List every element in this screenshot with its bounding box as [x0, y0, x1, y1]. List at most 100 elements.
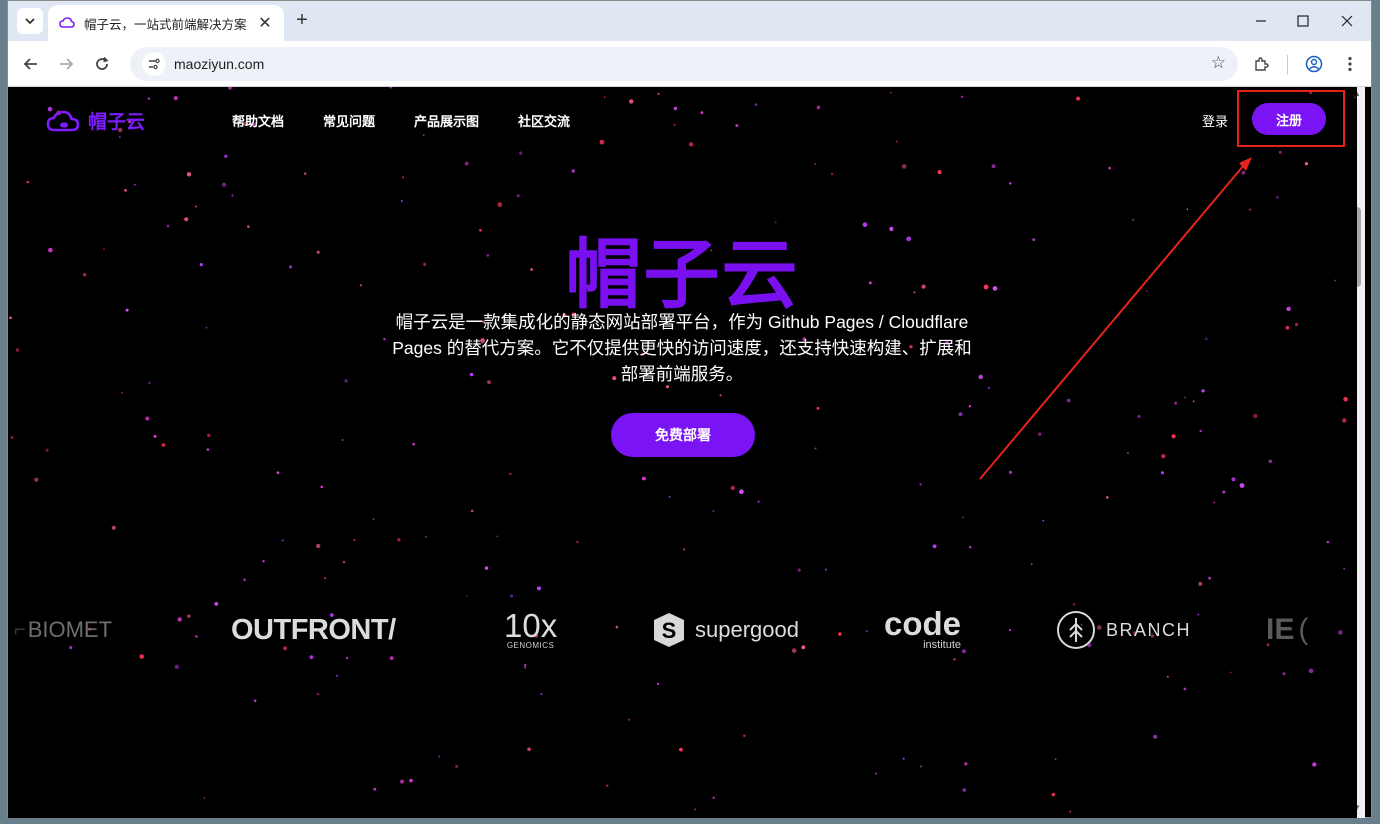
star-dot: [962, 788, 967, 792]
menu-kebab-icon[interactable]: [1337, 51, 1363, 77]
tab-strip: 帽子云，一站式前端解决方案 ✕ +: [8, 1, 1371, 41]
forward-icon[interactable]: [53, 51, 79, 77]
brand-logos-row: ⌐ BIOMET OUTFRONT/ 10x GENOMICS S superg…: [8, 605, 1357, 655]
star-dot: [422, 134, 425, 137]
star-dot: [919, 483, 922, 486]
star-dot: [304, 172, 307, 175]
star-dot: [1253, 413, 1258, 419]
star-dot: [253, 699, 257, 703]
star-dot: [960, 95, 964, 98]
close-window-icon[interactable]: [1326, 7, 1368, 35]
star-dot: [336, 674, 338, 677]
star-dot: [1038, 432, 1042, 436]
star-dot: [536, 586, 541, 591]
tab-search-button[interactable]: [17, 8, 43, 34]
star-dot: [1030, 563, 1033, 566]
star-dot: [962, 516, 964, 519]
address-bar[interactable]: maoziyun.com ☆: [130, 47, 1238, 81]
star-dot: [173, 96, 178, 101]
star-dot: [1198, 581, 1203, 586]
star-dot: [1008, 470, 1013, 474]
star-dot: [991, 164, 996, 169]
star-dot: [373, 787, 377, 791]
star-dot: [345, 656, 349, 660]
free-deploy-button[interactable]: 免费部署: [611, 413, 755, 457]
star-dot: [599, 139, 605, 145]
svg-text:S: S: [662, 618, 677, 643]
brand-code-institute: code institute: [884, 605, 962, 651]
star-dot: [1282, 672, 1286, 676]
site-info-icon[interactable]: [142, 52, 166, 76]
star-dot: [540, 692, 543, 696]
star-dot: [875, 772, 877, 775]
star-dot: [816, 105, 821, 110]
star-dot: [1241, 170, 1246, 175]
brand-partial: IE (: [1266, 613, 1309, 646]
star-dot: [281, 539, 284, 542]
star-dot: [890, 91, 892, 94]
profile-icon[interactable]: [1301, 51, 1327, 77]
cloud-logo-icon: [46, 110, 80, 131]
nav-item-faq[interactable]: 常见问题: [323, 111, 375, 130]
star-dot: [320, 485, 324, 489]
star-dot: [1231, 477, 1236, 482]
login-link[interactable]: 登录: [1202, 111, 1228, 130]
star-dot: [161, 443, 166, 447]
brand-branch: BRANCH: [1056, 605, 1191, 655]
star-dot: [642, 476, 646, 481]
star-dot: [523, 666, 527, 669]
nav-item-docs[interactable]: 帮助文档: [232, 111, 284, 130]
star-dot: [683, 548, 686, 551]
close-tab-icon[interactable]: ✕: [256, 13, 274, 33]
star-dot: [484, 566, 489, 570]
star-dot: [688, 142, 694, 147]
star-dot: [397, 538, 401, 542]
star-dot: [964, 762, 968, 766]
star-dot: [276, 471, 280, 475]
star-dot: [1268, 459, 1273, 463]
star-dot: [524, 664, 527, 667]
site-logo[interactable]: 帽子云: [46, 107, 145, 134]
nav-item-showcase[interactable]: 产品展示图: [414, 111, 479, 130]
star-dot: [739, 489, 744, 495]
star-dot: [228, 87, 232, 90]
url-text: maoziyun.com: [174, 56, 265, 72]
annotation-highlight-box: [1237, 90, 1345, 147]
supergood-s-icon: S: [654, 613, 684, 647]
extensions-icon[interactable]: [1248, 51, 1274, 77]
star-dot: [195, 205, 197, 208]
star-dot: [470, 509, 474, 513]
reload-icon[interactable]: [89, 51, 115, 77]
maximize-icon[interactable]: [1282, 7, 1324, 35]
star-dot: [205, 326, 208, 329]
star-dot: [15, 348, 20, 352]
star-dot: [425, 536, 427, 538]
brand-10x-genomics: 10x GENOMICS: [504, 606, 558, 650]
minimize-icon[interactable]: [1240, 7, 1282, 35]
brand-supergood: S supergood: [651, 605, 799, 655]
brand-biomet: ⌐ BIOMET: [14, 617, 113, 642]
star-dot: [174, 664, 179, 669]
star-dot: [679, 747, 683, 752]
star-dot: [509, 472, 512, 476]
star-dot: [353, 538, 356, 541]
star-dot: [757, 500, 760, 503]
star-dot: [34, 477, 39, 482]
star-dot: [1153, 734, 1158, 739]
star-dot: [1160, 471, 1164, 475]
star-dot: [901, 164, 907, 169]
new-tab-button[interactable]: +: [290, 9, 314, 33]
star-dot: [372, 518, 375, 520]
star-dot: [510, 594, 514, 598]
star-dot: [118, 135, 121, 139]
nav-item-community[interactable]: 社区交流: [518, 111, 570, 130]
active-tab[interactable]: 帽子云，一站式前端解决方案 ✕: [48, 5, 284, 41]
star-dot: [987, 386, 991, 389]
hero-description: 帽子云是一款集成化的静态网站部署平台，作为 Github Pages / Clo…: [392, 312, 972, 384]
star-dot: [1205, 337, 1208, 340]
star-dot: [814, 163, 816, 166]
bookmark-star-icon[interactable]: ☆: [1211, 53, 1226, 73]
star-dot: [1276, 196, 1279, 199]
star-dot: [224, 154, 228, 158]
back-icon[interactable]: [18, 51, 44, 77]
